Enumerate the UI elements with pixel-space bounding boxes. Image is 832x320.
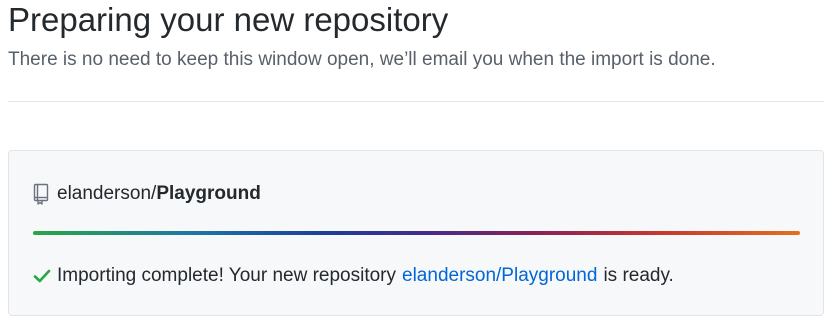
repo-link[interactable]: elanderson/Playground bbox=[402, 265, 597, 287]
repo-name: Playground bbox=[156, 183, 261, 204]
status-prefix: Importing complete! Your new repository bbox=[57, 265, 397, 286]
repo-icon bbox=[33, 182, 51, 206]
import-status-box: elanderson / Playground Importing complete… bbox=[8, 150, 824, 316]
divider bbox=[8, 101, 824, 102]
check-icon bbox=[33, 267, 51, 285]
import-page: Preparing your new repository There is n… bbox=[0, 0, 832, 320]
page-subtitle: There is no need to keep this window ope… bbox=[8, 49, 716, 70]
repo-heading: elanderson / Playground bbox=[33, 181, 261, 207]
page-title: Preparing your new repository bbox=[8, 1, 449, 38]
repo-owner: elanderson bbox=[57, 183, 152, 204]
status-suffix: is ready. bbox=[603, 265, 674, 286]
status-message: Importing complete! Your new repository … bbox=[33, 263, 674, 289]
progress-fill bbox=[33, 231, 800, 235]
import-progress-bar bbox=[33, 231, 800, 235]
